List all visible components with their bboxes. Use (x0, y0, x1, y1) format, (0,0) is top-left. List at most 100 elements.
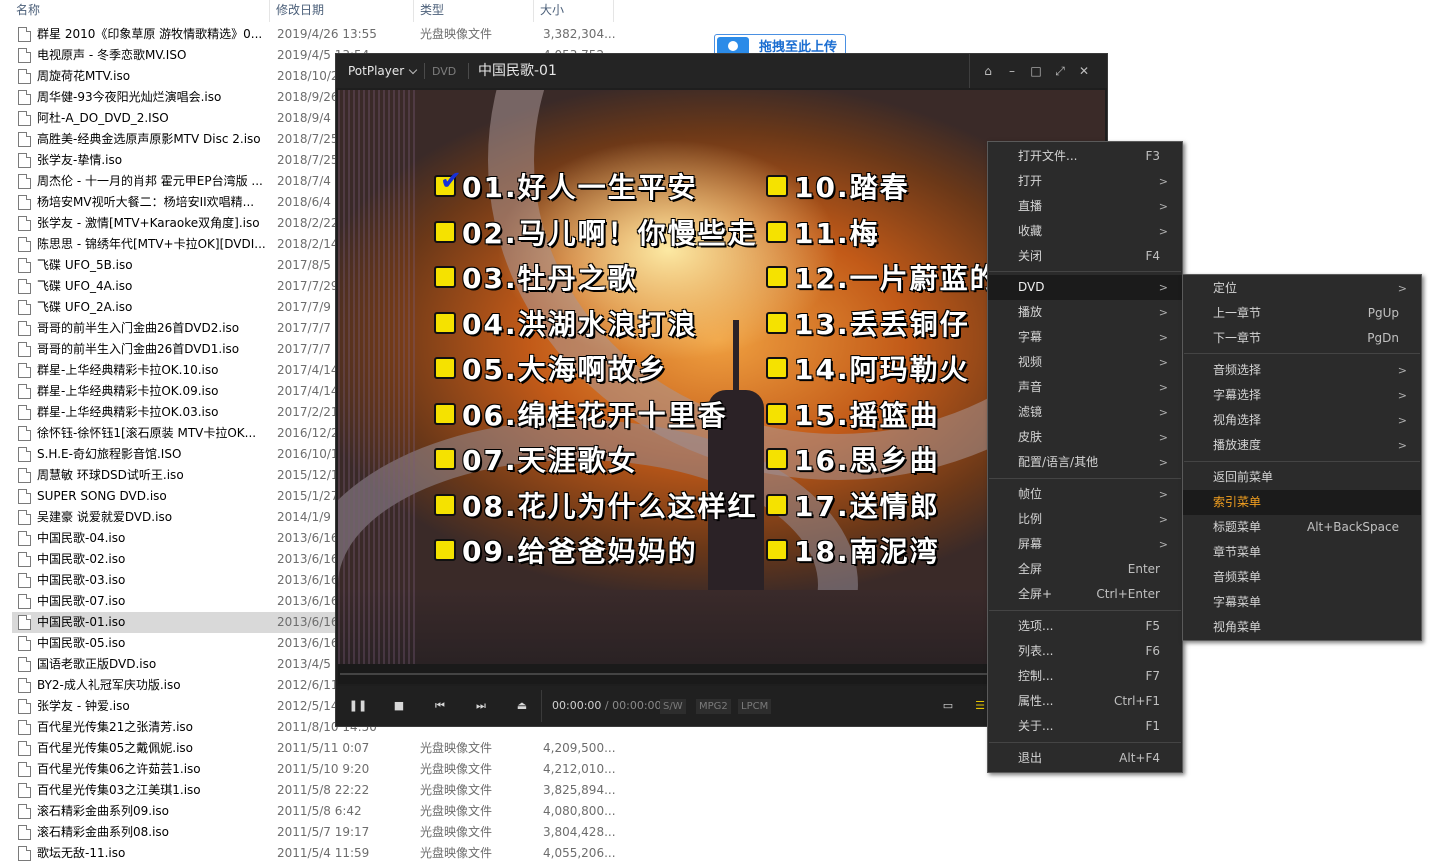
menu-item[interactable]: 控制... F7 (988, 664, 1182, 689)
menu-item[interactable]: 字幕菜单 (1183, 590, 1421, 615)
dvd-menu-item[interactable]: 04.洪湖水浪打浪 (434, 305, 758, 351)
iso-file-icon (18, 237, 31, 252)
column-header-size[interactable]: 大小 (536, 0, 614, 22)
previous-icon[interactable]: ⏮ (428, 696, 452, 716)
file-row[interactable]: 歌坛无敌-11.iso 2011/5/4 11:59 光盘映像文件 4,055,206… (12, 843, 632, 861)
app-menu-button[interactable]: PotPlayer (348, 54, 418, 88)
menu-item[interactable]: 视角菜单 (1183, 615, 1421, 640)
file-row[interactable]: 百代星光传集05之戴佩妮.iso 2011/5/11 0:07 光盘映像文件 4,20… (12, 738, 632, 759)
menu-item-shortcut: F3 (1145, 149, 1160, 163)
menu-item[interactable]: 返回前菜单 (1183, 465, 1421, 490)
video-codec-tag[interactable]: MPG2 (696, 699, 731, 714)
menu-item[interactable]: 打开文件... F3 (988, 144, 1182, 169)
menu-item[interactable]: 配置/语言/其他 > (988, 450, 1182, 475)
dvd-menu-item[interactable]: 09.给爸爸妈妈的 (434, 532, 758, 578)
iso-file-icon (18, 804, 31, 819)
time-display: 00:00:00 / 00:00:00 (552, 686, 662, 726)
menu-item[interactable]: DVD > (988, 275, 1182, 300)
menu-item[interactable]: 字幕 > (988, 325, 1182, 350)
menu-item-shortcut: PgUp (1367, 306, 1399, 320)
menu-item[interactable]: 退出 Alt+F4 (988, 746, 1182, 771)
time-separator: / (604, 699, 609, 712)
menu-item[interactable]: 皮肤 > (988, 425, 1182, 450)
menu-item[interactable]: 属性... Ctrl+F1 (988, 689, 1182, 714)
menu-item-label: 全屏+ (1018, 587, 1053, 601)
file-name: 陈思思 - 锦绣年代[MTV+卡拉OK][DVDI... (37, 237, 266, 251)
iso-file-icon (18, 489, 31, 504)
menu-item-label: 音频菜单 (1213, 570, 1262, 584)
menu-item[interactable]: 播放速度 > (1183, 433, 1421, 458)
file-row[interactable]: 群星 2010《印象草原 游牧情歌精选》0... 2019/4/26 13:55 光… (12, 24, 632, 45)
menu-item[interactable]: 关闭 F4 (988, 244, 1182, 269)
menu-item-label: 比例 (1018, 512, 1043, 526)
menu-item[interactable]: 音频菜单 (1183, 565, 1421, 590)
menu-item[interactable]: 上一章节 PgUp (1183, 301, 1421, 326)
dvd-menu-item[interactable]: 03.牡丹之歌 (434, 259, 758, 305)
dvd-menu-item[interactable]: 02.马儿啊！你慢些走 (434, 214, 758, 260)
dvd-menu-item[interactable]: 07.天涯歌女 (434, 441, 758, 487)
menu-item-label: 打开文件... (1018, 149, 1078, 163)
menu-item[interactable]: 标题菜单 Alt+BackSpace (1183, 515, 1421, 540)
dvd-menu-item-label: 04.洪湖水浪打浪 (462, 307, 698, 341)
iso-file-icon (18, 363, 31, 378)
iso-file-icon (18, 825, 31, 840)
menu-item[interactable]: 下一章节 PgDn (1183, 326, 1421, 351)
file-row[interactable]: 滚石精彩金曲系列09.iso 2011/5/8 6:42 光盘映像文件 4,080,8… (12, 801, 632, 822)
renderer-tag[interactable]: S/W (660, 699, 686, 714)
file-name: 百代星光传集05之戴佩妮.iso (37, 741, 194, 755)
menu-item[interactable]: 章节菜单 (1183, 540, 1421, 565)
menu-item[interactable]: 音频选择 > (1183, 358, 1421, 383)
menu-item-label: 定位 (1213, 281, 1238, 295)
menu-item[interactable]: 视角选择 > (1183, 408, 1421, 433)
menu-item[interactable]: 定位 > (1183, 276, 1421, 301)
menu-item[interactable]: 选项... F5 (988, 614, 1182, 639)
menu-item[interactable]: 比例 > (988, 507, 1182, 532)
submenu-arrow-icon: > (1397, 389, 1407, 402)
fullscreen-icon[interactable]: ⤢ (1052, 63, 1068, 79)
column-header-name[interactable]: 名称 (12, 0, 270, 22)
menu-item[interactable]: 全屏 Enter (988, 557, 1182, 582)
column-header-date[interactable]: 修改日期 (272, 0, 414, 22)
menu-item[interactable]: 声音 > (988, 375, 1182, 400)
menu-item-label: 字幕 (1018, 330, 1043, 344)
dvd-menu-item[interactable]: 06.绵桂花开十里香 (434, 396, 758, 442)
menu-item[interactable]: 打开 > (988, 169, 1182, 194)
checkbox-icon: ✔ (434, 166, 462, 197)
menu-item[interactable]: 直播 > (988, 194, 1182, 219)
menu-item[interactable]: 帧位 > (988, 482, 1182, 507)
menu-item[interactable]: 收藏 > (988, 219, 1182, 244)
column-header-type[interactable]: 类型 (416, 0, 534, 22)
next-icon[interactable]: ⏭ (469, 696, 493, 716)
file-row[interactable]: 百代星光传集03之江美琪1.iso 2011/5/8 22:22 光盘映像文件 3,8… (12, 780, 632, 801)
audio-codec-tag[interactable]: LPCM (738, 699, 772, 714)
stop-icon[interactable]: ■ (387, 696, 411, 716)
pin-icon[interactable]: ⌂ (980, 63, 996, 79)
maximize-icon[interactable]: □ (1028, 63, 1044, 79)
iso-file-icon (18, 153, 31, 168)
menu-item[interactable]: 关于... F1 (988, 714, 1182, 739)
close-icon[interactable]: ✕ (1076, 63, 1092, 79)
menu-item[interactable]: 字幕选择 > (1183, 383, 1421, 408)
minimize-icon[interactable]: – (1004, 63, 1020, 79)
menu-item[interactable]: 播放 > (988, 300, 1182, 325)
menu-item[interactable]: 全屏+ Ctrl+Enter (988, 582, 1182, 607)
title-bar[interactable]: PotPlayer DVD 中国民歌-01 ⌂ – □ ⤢ ✕ (336, 54, 1107, 88)
dvd-menu-item[interactable]: ✔ 01.好人一生平安 (434, 166, 758, 214)
menu-item[interactable]: 视频 > (988, 350, 1182, 375)
iso-file-icon (18, 342, 31, 357)
pause-icon[interactable]: ❚❚ (346, 696, 370, 716)
menu-item[interactable]: 列表... F6 (988, 639, 1182, 664)
dvd-menu-item[interactable]: 05.大海啊故乡 (434, 350, 758, 396)
dvd-menu-item[interactable]: 08.花儿为什么这样红 (434, 487, 758, 533)
file-name: 歌坛无敌-11.iso (37, 846, 126, 860)
file-date: 2019/4/26 13:55 (277, 27, 377, 41)
menu-item[interactable]: 滤镜 > (988, 400, 1182, 425)
menu-item[interactable]: 索引菜单 (1183, 490, 1421, 515)
file-name: 百代星光传集03之江美琪1.iso (37, 783, 201, 797)
file-row[interactable]: 百代星光传集06之许茹芸1.iso 2011/5/10 9:20 光盘映像文件 4,2… (12, 759, 632, 780)
iso-file-icon (18, 111, 31, 126)
file-row[interactable]: 滚石精彩金曲系列08.iso 2011/5/7 19:17 光盘映像文件 3,804,… (12, 822, 632, 843)
eject-icon[interactable]: ⏏ (510, 696, 534, 716)
menu-item[interactable]: 屏幕 > (988, 532, 1182, 557)
cast-icon[interactable]: ▭ (936, 696, 960, 716)
